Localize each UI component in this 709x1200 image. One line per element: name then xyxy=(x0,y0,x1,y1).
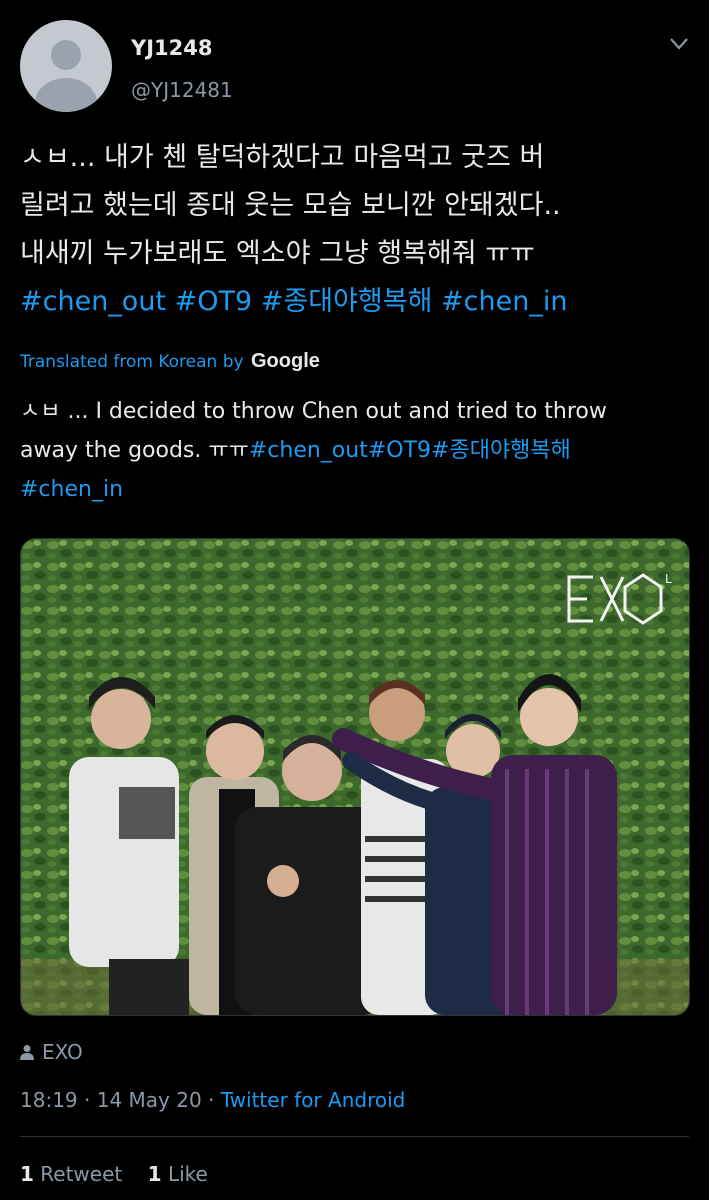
tweet-meta: 18:19 · 14 May 20 · Twitter for Android xyxy=(20,1088,405,1112)
chevron-down-icon[interactable] xyxy=(668,36,690,52)
media-tag-label: EXO xyxy=(42,1040,83,1064)
tweet-line: 릴려고 했는데 종대 웃는 모습 보니깐 안돼겠다.. xyxy=(20,190,561,221)
like-label: Like xyxy=(167,1162,208,1186)
avatar[interactable] xyxy=(20,20,112,112)
like-count-link[interactable]: 1 Like xyxy=(148,1162,208,1186)
retweet-label: Retweet xyxy=(40,1162,123,1186)
engagement-stats: 1 Retweet 1 Like xyxy=(20,1162,208,1186)
tweet-time[interactable]: 18:19 xyxy=(20,1088,78,1112)
google-logo: Google xyxy=(250,350,320,372)
translation-label: Translated from Korean by xyxy=(20,352,244,372)
translation-credit[interactable]: Translated from Korean by Google xyxy=(20,350,320,373)
translated-line: ㅅㅂ ... I decided to throw Chen out and t… xyxy=(20,399,607,424)
tweet-line: 내새끼 누가보래도 엑소야 그냥 행복해줘 ㅠㅠ xyxy=(20,238,535,269)
hashtag-link[interactable]: #chen_in xyxy=(441,286,567,317)
hashtag-link[interactable]: #chen_out#OT9#종대야행복해 xyxy=(249,438,571,463)
avatar-head-shape xyxy=(51,40,81,70)
hashtag-link[interactable]: #종대야행복해 xyxy=(261,286,433,317)
hashtag-line: #chen_out #OT9 #종대야행복해 #chen_in xyxy=(20,278,700,326)
hashtag-link[interactable]: #chen_out xyxy=(20,286,166,317)
display-name[interactable]: YJ1248 xyxy=(131,36,212,60)
hashtag-link[interactable]: #OT9 xyxy=(175,286,253,317)
user-handle[interactable]: @YJ12481 xyxy=(131,78,233,102)
retweet-count: 1 xyxy=(20,1162,34,1186)
translated-text: ㅅㅂ ... I decided to throw Chen out and t… xyxy=(20,392,700,509)
like-count: 1 xyxy=(147,1162,162,1186)
person-icon xyxy=(20,1045,34,1060)
translated-line: away the goods. ㅠㅠ#chen_out#OT9#종대야행복해 xyxy=(20,431,700,470)
retweet-count-link[interactable]: 1 Retweet xyxy=(20,1162,122,1186)
tweet-photo[interactable]: L xyxy=(20,538,690,1016)
tweet-line: ㅅㅂ... 내가 첸 탈덕하겠다고 마음먹고 굿즈 버 xyxy=(20,142,545,173)
tweet-text: ㅅㅂ... 내가 첸 탈덕하겠다고 마음먹고 굿즈 버 릴려고 했는데 종대 웃… xyxy=(20,134,700,326)
media-tag[interactable]: EXO xyxy=(20,1040,83,1064)
translated-text-part: away the goods. ㅠㅠ xyxy=(20,438,249,463)
avatar-body-shape xyxy=(35,78,97,112)
divider xyxy=(20,1136,689,1137)
meta-separator: · xyxy=(208,1088,215,1112)
tweet-date[interactable]: 14 May 20 xyxy=(97,1088,202,1112)
hashtag-link[interactable]: #chen_in xyxy=(20,470,700,509)
meta-separator: · xyxy=(84,1088,91,1112)
tweet-source-link[interactable]: Twitter for Android xyxy=(221,1088,406,1112)
photo-logo-sup: L xyxy=(665,572,672,586)
group-photo-image: L xyxy=(21,539,689,1015)
